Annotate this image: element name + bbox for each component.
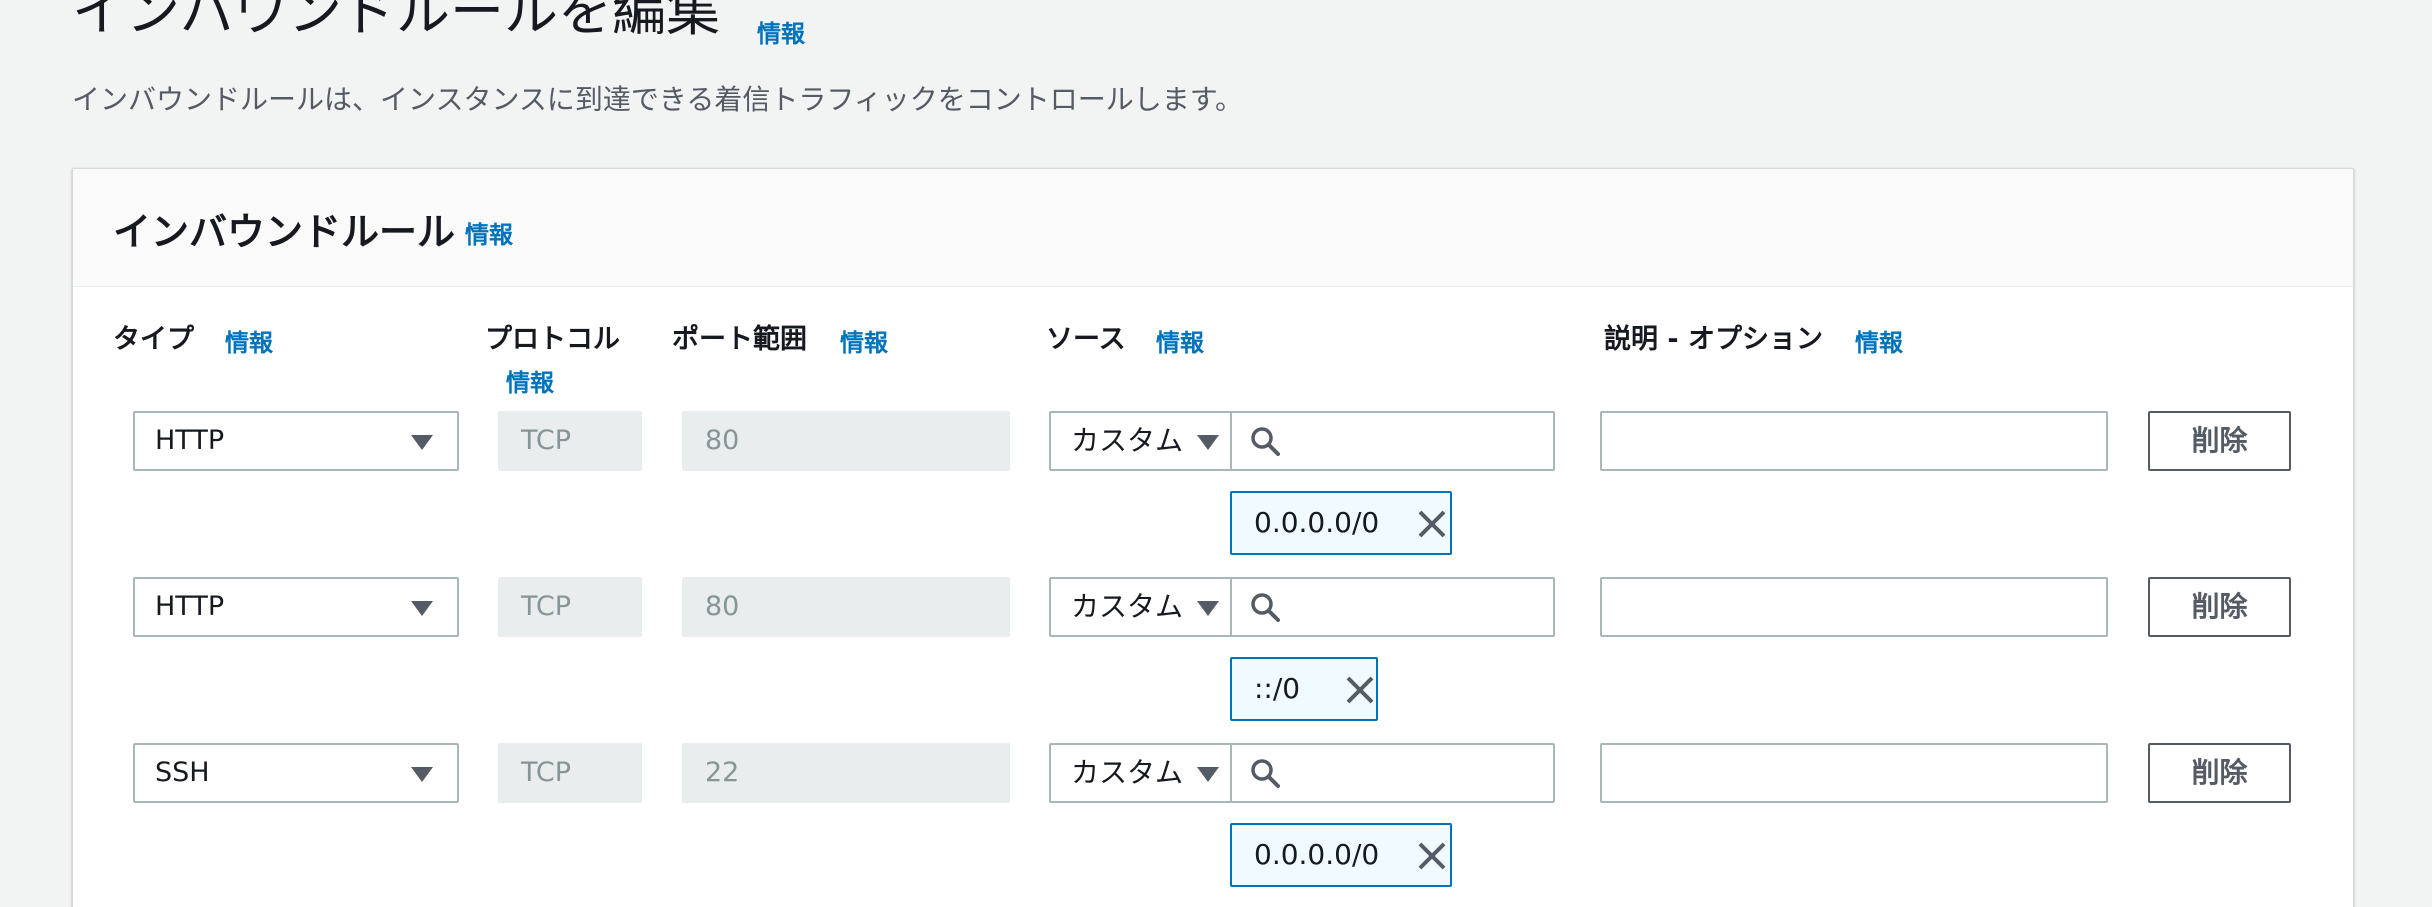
rule-port-field: 80: [682, 577, 1010, 637]
search-icon: [1251, 593, 1280, 622]
source-info-link[interactable]: 情報: [1156, 323, 1204, 358]
delete-rule-button[interactable]: 削除: [2148, 577, 2291, 637]
caret-down-icon: [411, 767, 433, 782]
inbound-rules-panel: インバウンドルール 情報 タイプ 情報 プロトコル 情報 ポート範囲 情報 ソー…: [72, 168, 2354, 907]
port-range-info-link[interactable]: 情報: [840, 323, 888, 358]
rule-type-select[interactable]: SSH: [133, 743, 459, 803]
rule-source-type-value: カスタム: [1071, 756, 1184, 789]
source-token-value: 0.0.0.0/0: [1254, 506, 1380, 539]
source-token: 0.0.0.0/0: [1230, 491, 1452, 555]
rule-type-select[interactable]: HTTP: [133, 411, 459, 471]
page: インバウンドルールを編集 情報 インバウンドルールは、インスタンスに到達できる着…: [0, 0, 2432, 907]
column-header-description: 説明 - オプション: [1604, 324, 1824, 355]
caret-down-icon: [1197, 767, 1219, 782]
column-header-type: タイプ: [113, 324, 194, 355]
rule-port-field: 22: [682, 743, 1010, 803]
source-token: ::/0: [1230, 657, 1378, 721]
rule-description-input[interactable]: [1600, 577, 2108, 637]
page-title: インバウンドルールを編集: [72, 0, 720, 43]
source-token-value: ::/0: [1254, 672, 1301, 705]
rule-description-input[interactable]: [1600, 743, 2108, 803]
rule-description-input[interactable]: [1600, 411, 2108, 471]
source-token-value: 0.0.0.0/0: [1254, 838, 1380, 871]
rule-source-search-input[interactable]: [1230, 577, 1555, 637]
panel-info-link[interactable]: 情報: [465, 215, 513, 250]
rule-source-type-value: カスタム: [1071, 424, 1184, 457]
search-icon: [1251, 427, 1280, 456]
page-title-info-link[interactable]: 情報: [757, 14, 805, 49]
rule-protocol-field: TCP: [498, 743, 642, 803]
panel-header: インバウンドルール 情報: [73, 169, 2353, 287]
rule-source-search-input[interactable]: [1230, 743, 1555, 803]
rule-port-field: 80: [682, 411, 1010, 471]
rule-type-value: SSH: [155, 757, 210, 788]
source-token: 0.0.0.0/0: [1230, 823, 1452, 887]
caret-down-icon: [1197, 601, 1219, 616]
caret-down-icon: [1197, 435, 1219, 450]
caret-down-icon: [411, 601, 433, 616]
rule-source-type-select[interactable]: カスタム: [1049, 411, 1232, 471]
description-info-link[interactable]: 情報: [1855, 323, 1903, 358]
rule-protocol-field: TCP: [498, 411, 642, 471]
rule-source-type-select[interactable]: カスタム: [1049, 577, 1232, 637]
column-header-source: ソース: [1046, 324, 1126, 355]
rule-type-value: HTTP: [155, 425, 225, 456]
rule-type-select[interactable]: HTTP: [133, 577, 459, 637]
page-description: インバウンドルールは、インスタンスに到達できる着信トラフィックをコントロールしま…: [72, 83, 1243, 116]
column-header-port-range: ポート範囲: [672, 324, 807, 355]
delete-rule-button[interactable]: 削除: [2148, 411, 2291, 471]
delete-rule-button[interactable]: 削除: [2148, 743, 2291, 803]
close-icon[interactable]: [1416, 840, 1448, 872]
search-icon: [1251, 759, 1280, 788]
close-icon[interactable]: [1344, 674, 1376, 706]
close-icon[interactable]: [1416, 508, 1448, 540]
rule-protocol-field: TCP: [498, 577, 642, 637]
type-info-link[interactable]: 情報: [225, 323, 273, 358]
column-header-protocol: プロトコル: [485, 324, 620, 355]
rule-source-type-value: カスタム: [1071, 590, 1184, 623]
rule-source-search-input[interactable]: [1230, 411, 1555, 471]
rule-type-value: HTTP: [155, 591, 225, 622]
rule-source-type-select[interactable]: カスタム: [1049, 743, 1232, 803]
panel-title: インバウンドルール: [113, 210, 456, 254]
caret-down-icon: [411, 435, 433, 450]
protocol-info-link[interactable]: 情報: [506, 363, 554, 398]
